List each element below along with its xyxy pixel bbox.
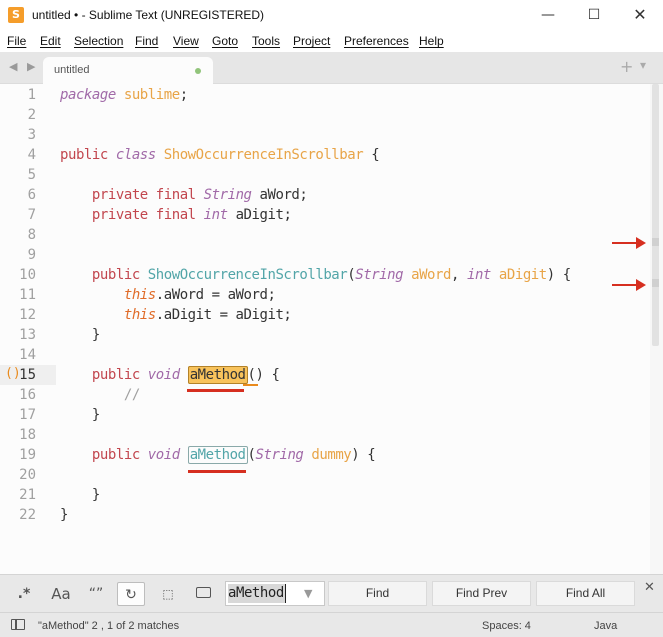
- find-history-dropdown-icon[interactable]: ▼: [304, 587, 312, 600]
- code-line: this.aWord = aWord;: [123, 287, 276, 303]
- red-underline-annotation: [188, 470, 246, 473]
- line-number: 11: [19, 287, 36, 303]
- menu-bar: File Edit Selection Find View Goto Tools…: [0, 30, 663, 52]
- code-line: public class ShowOccurrenceInScrollbar {: [60, 147, 380, 163]
- line-number: 3: [27, 127, 36, 143]
- window-title: untitled • - Sublime Text (UNREGISTERED): [32, 8, 265, 22]
- line-number: 20: [19, 467, 36, 483]
- find-query-text[interactable]: aMethod: [228, 584, 286, 603]
- menu-view[interactable]: View: [173, 34, 199, 48]
- line-number: 1: [27, 87, 36, 103]
- code-line: private final String aWord;: [91, 187, 308, 203]
- line-number: 8: [27, 227, 36, 243]
- close-window-button[interactable]: ✕: [617, 0, 663, 30]
- line-number: 2: [27, 107, 36, 123]
- in-selection-toggle[interactable]: ⬚: [155, 582, 181, 606]
- regex-toggle[interactable]: .*: [12, 582, 36, 606]
- scrollbar-match-marker: [652, 238, 659, 246]
- code-line: public ShowOccurrenceInScrollbar(String …: [91, 267, 571, 283]
- indentation-status[interactable]: Spaces: 4: [482, 620, 531, 632]
- menu-goto[interactable]: Goto: [212, 34, 238, 48]
- line-number: 16: [19, 387, 36, 403]
- line-number: 18: [19, 427, 36, 443]
- case-sensitive-toggle[interactable]: Aa: [47, 582, 75, 606]
- find-prev-button[interactable]: Find Prev: [432, 581, 531, 606]
- other-match: aMethod: [187, 446, 248, 464]
- code-line: }: [60, 407, 100, 423]
- whole-word-toggle[interactable]: “”: [83, 582, 109, 606]
- scrollbar-match-marker: [652, 279, 659, 287]
- line-number: 14: [19, 347, 36, 363]
- code-line: public void aMethod (String dummy) {: [91, 446, 376, 464]
- find-button[interactable]: Find: [328, 581, 427, 606]
- code-line: }: [60, 487, 100, 503]
- menu-find[interactable]: Find: [135, 34, 158, 48]
- menu-help[interactable]: Help: [419, 34, 444, 48]
- line-number: 4: [27, 147, 36, 163]
- code-line: //: [123, 387, 140, 403]
- line-number: 10: [19, 267, 36, 283]
- code-line: public void aMethod() {: [91, 366, 280, 384]
- tab-label: untitled: [54, 64, 90, 76]
- tab-overflow-icon[interactable]: ▾: [640, 58, 646, 72]
- menu-file[interactable]: File: [7, 34, 26, 48]
- scrollbar-thumb[interactable]: [652, 84, 659, 346]
- line-number: 9: [27, 247, 36, 263]
- selected-match: aMethod: [187, 366, 248, 384]
- panel-toggle-icon[interactable]: [11, 619, 25, 630]
- unsaved-dot-icon[interactable]: [195, 68, 201, 74]
- wrap-toggle[interactable]: ↻: [117, 582, 145, 606]
- status-message: "aMethod" 2 , 1 of 2 matches: [38, 620, 180, 632]
- status-bar: "aMethod" 2 , 1 of 2 matches Spaces: 4 J…: [0, 612, 663, 637]
- bracket-match-marker: (): [5, 366, 21, 381]
- bracket-underline: [243, 384, 258, 386]
- highlight-matches-icon[interactable]: [196, 587, 211, 598]
- line-number: 12: [19, 307, 36, 323]
- line-number-gutter: 1 2 3 4 5 6 7 8 9 10 11 12 13 14 15 16 1…: [0, 84, 44, 574]
- line-number: 21: [19, 487, 36, 503]
- find-close-icon[interactable]: ✕: [644, 580, 655, 595]
- code-line: package sublime;: [60, 87, 188, 103]
- tab-nav-arrows-icon[interactable]: ◀ ▶: [9, 60, 38, 73]
- line-number: 5: [27, 167, 36, 183]
- syntax-status[interactable]: Java: [594, 620, 617, 632]
- code-line: }: [60, 327, 100, 343]
- tab-untitled[interactable]: untitled: [43, 57, 213, 84]
- new-tab-icon[interactable]: +: [620, 57, 633, 76]
- line-number: 17: [19, 407, 36, 423]
- line-number: 19: [19, 447, 36, 463]
- code-editor[interactable]: 1 2 3 4 5 6 7 8 9 10 11 12 13 14 15 16 1…: [0, 84, 663, 574]
- line-number: 7: [27, 207, 36, 223]
- menu-selection[interactable]: Selection: [74, 34, 123, 48]
- menu-project[interactable]: Project: [293, 34, 330, 48]
- menu-edit[interactable]: Edit: [40, 34, 61, 48]
- line-number: 6: [27, 187, 36, 203]
- line-number: 13: [19, 327, 36, 343]
- title-bar: S untitled • - Sublime Text (UNREGISTERE…: [0, 0, 663, 30]
- tab-bar: ◀ ▶ untitled + ▾: [0, 52, 663, 84]
- sublime-logo-icon: S: [8, 7, 24, 23]
- red-underline-annotation: [187, 389, 244, 392]
- minimize-button[interactable]: —: [525, 0, 571, 30]
- find-all-button[interactable]: Find All: [536, 581, 635, 606]
- line-number: 22: [19, 507, 36, 523]
- menu-tools[interactable]: Tools: [252, 34, 280, 48]
- menu-preferences[interactable]: Preferences: [344, 34, 409, 48]
- code-line: private final int aDigit;: [91, 207, 292, 223]
- maximize-button[interactable]: ☐: [571, 0, 617, 30]
- code-line: }: [60, 507, 68, 523]
- code-line: this.aDigit = aDigit;: [123, 307, 292, 323]
